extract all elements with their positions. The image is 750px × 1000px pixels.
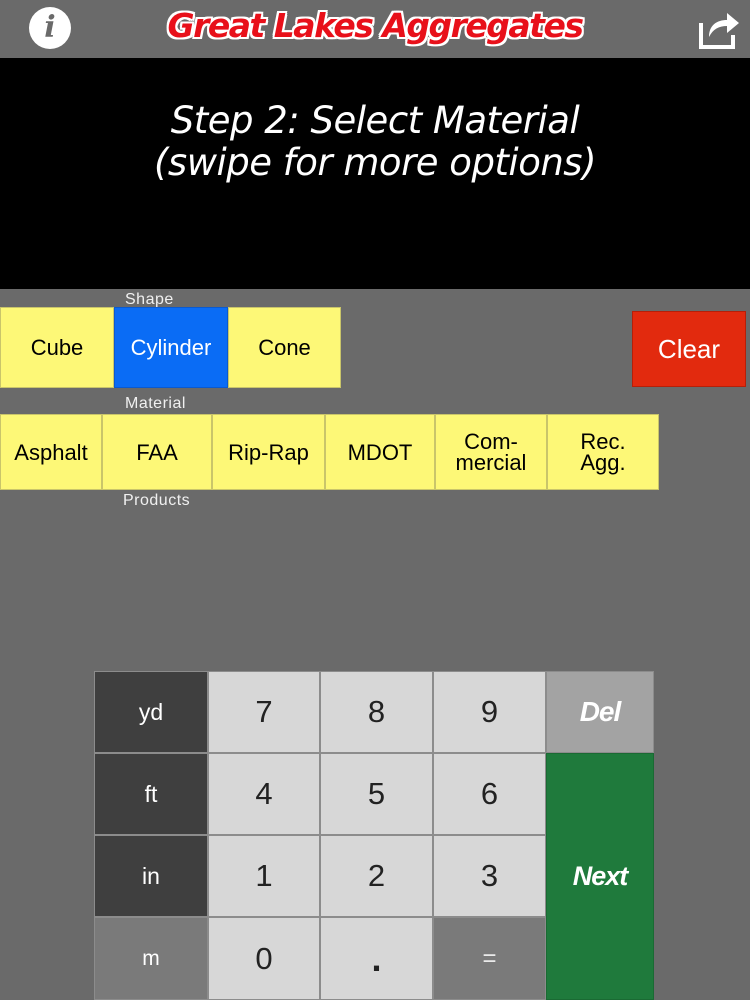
shape-cylinder-button[interactable]: Cylinder	[114, 307, 228, 388]
delete-button[interactable]: Del	[546, 671, 654, 753]
unit-yd-key[interactable]: yd	[94, 671, 208, 753]
next-button[interactable]: Next	[546, 753, 654, 1000]
products-label: Products	[123, 492, 191, 509]
unit-ft-key[interactable]: ft	[94, 753, 208, 835]
shape-cone-button[interactable]: Cone	[228, 307, 341, 388]
material-commercial-button[interactable]: Com- mercial	[435, 414, 547, 490]
instruction-hint: (swipe for more options)	[153, 141, 597, 184]
unit-in-key[interactable]: in	[94, 835, 208, 917]
equals-key[interactable]: =	[433, 917, 546, 1000]
digit-5-key[interactable]: 5	[320, 753, 433, 835]
material-mdot-button[interactable]: MDOT	[325, 414, 435, 490]
instruction-banner: Step 2: Select Material (swipe for more …	[0, 58, 750, 289]
digit-1-key[interactable]: 1	[208, 835, 320, 917]
digit-7-key[interactable]: 7	[208, 671, 320, 753]
instruction-step: Step 2: Select Material	[170, 99, 580, 142]
material-faa-button[interactable]: FAA	[102, 414, 212, 490]
material-asphalt-button[interactable]: Asphalt	[0, 414, 102, 490]
digit-3-key[interactable]: 3	[433, 835, 546, 917]
digit-8-key[interactable]: 8	[320, 671, 433, 753]
app-title: Great Lakes Aggregates	[167, 6, 584, 45]
clear-button[interactable]: Clear	[632, 311, 746, 387]
decimal-key[interactable]: .	[320, 917, 433, 1000]
unit-m-key[interactable]: m	[94, 917, 208, 1000]
digit-9-key[interactable]: 9	[433, 671, 546, 753]
shape-cube-button[interactable]: Cube	[0, 307, 114, 388]
material-rec-agg-button[interactable]: Rec. Agg.	[547, 414, 659, 490]
digit-6-key[interactable]: 6	[433, 753, 546, 835]
digit-2-key[interactable]: 2	[320, 835, 433, 917]
material-rip-rap-button[interactable]: Rip-Rap	[212, 414, 325, 490]
app-header: i Great Lakes Aggregates	[0, 0, 750, 58]
share-icon[interactable]	[697, 7, 741, 51]
digit-4-key[interactable]: 4	[208, 753, 320, 835]
digit-0-key[interactable]: 0	[208, 917, 320, 1000]
material-label: Material	[125, 395, 186, 412]
